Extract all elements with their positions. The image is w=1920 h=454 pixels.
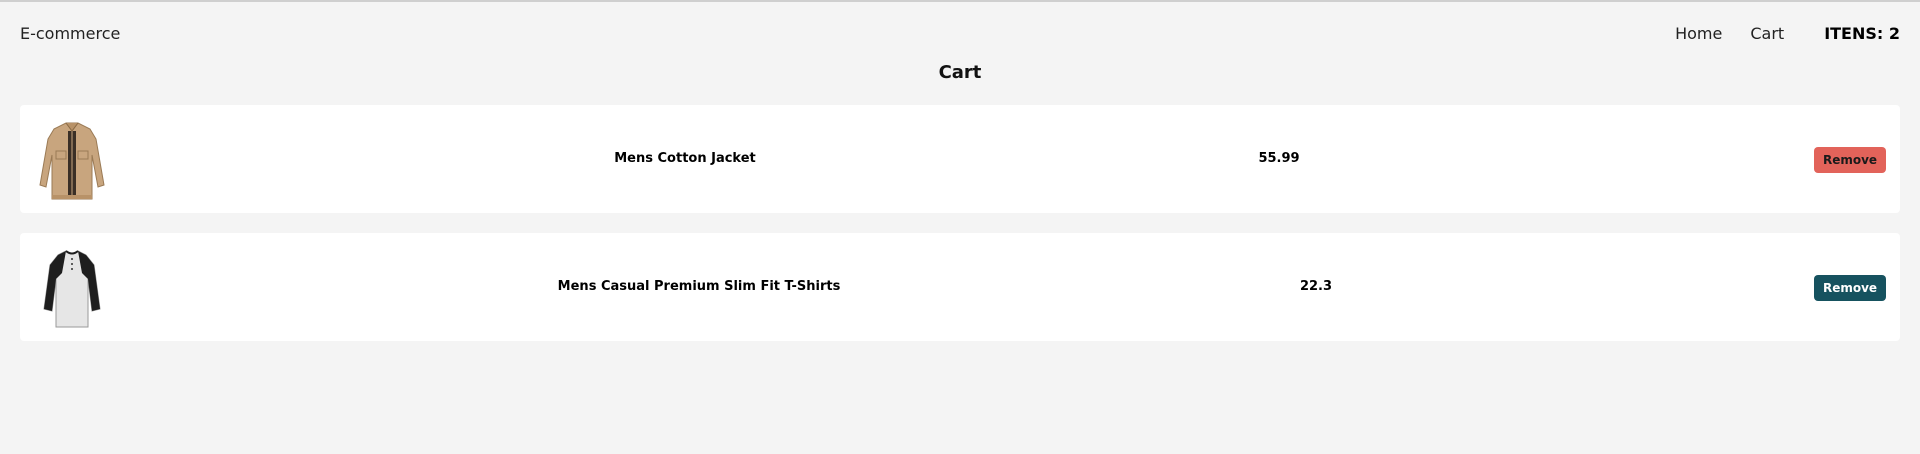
brand-logo-text[interactable]: E-commerce [20, 24, 120, 43]
product-image-tshirt [43, 250, 101, 328]
remove-button[interactable]: Remove [1814, 275, 1886, 301]
product-price: 22.3 [1299, 279, 1333, 294]
nav-link-home[interactable]: Home [1675, 24, 1722, 43]
page-title: Cart [938, 62, 982, 83]
cart-item: Mens Cotton Jacket 55.99 Remove [20, 105, 1900, 213]
remove-button[interactable]: Remove [1814, 147, 1886, 173]
product-price: 55.99 [1258, 151, 1300, 166]
cart-list: Mens Cotton Jacket 55.99 Remove Mens Cas… [20, 105, 1900, 361]
nav-links: Home Cart ITENS: 2 [1675, 24, 1900, 43]
cart-item: Mens Casual Premium Slim Fit T-Shirts 22… [20, 233, 1900, 341]
product-name: Mens Cotton Jacket [614, 151, 756, 166]
navbar: E-commerce Home Cart ITENS: 2 [0, 2, 1920, 64]
cart-items-count: ITENS: 2 [1824, 24, 1900, 43]
nav-link-cart[interactable]: Cart [1750, 24, 1784, 43]
product-image-jacket [39, 122, 105, 200]
product-name: Mens Casual Premium Slim Fit T-Shirts [557, 279, 841, 294]
